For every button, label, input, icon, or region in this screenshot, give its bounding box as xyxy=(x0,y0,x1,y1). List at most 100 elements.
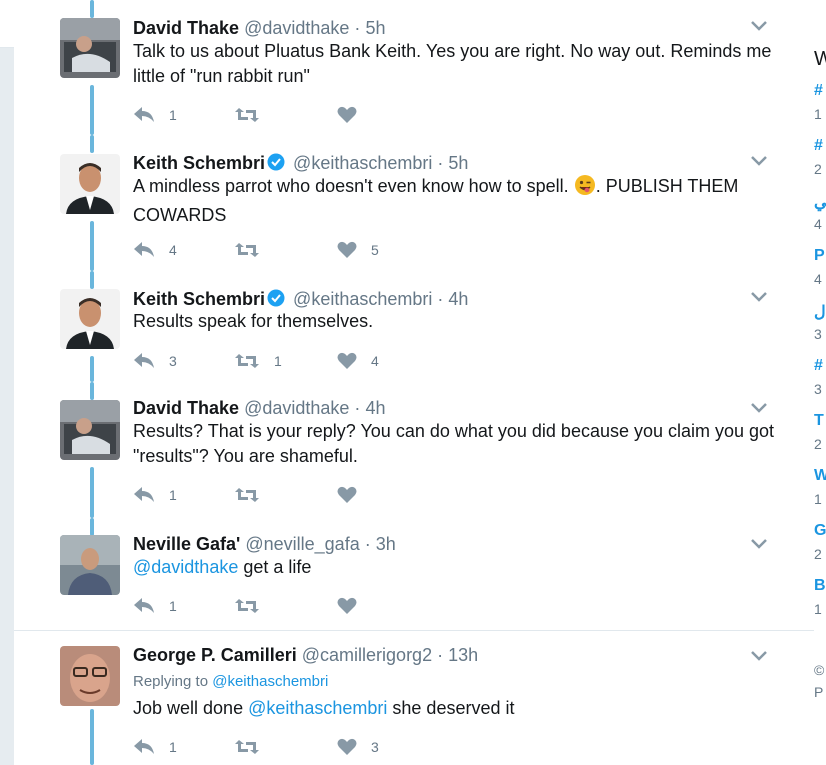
tweet-3[interactable]: Keith Schembri @keithaschembri · 4h Resu… xyxy=(14,271,814,382)
trend-item[interactable]: P xyxy=(814,247,825,265)
trend-count: 4 xyxy=(814,271,822,287)
avatar-george-camilleri[interactable] xyxy=(60,646,120,706)
tweet-5[interactable]: Neville Gafa' @neville_gafa · 3h @davidt… xyxy=(14,518,814,630)
author-handle[interactable]: @camillerigorg2 xyxy=(302,645,432,665)
trend-count: 1 xyxy=(814,106,822,122)
reply-button[interactable]: 1 xyxy=(133,736,177,758)
trend-count: 3 xyxy=(814,326,822,342)
trend-item[interactable]: G xyxy=(814,522,826,540)
trend-count: 1 xyxy=(814,491,822,507)
mention-link[interactable]: @davidthake xyxy=(133,557,238,577)
reply-icon xyxy=(134,487,154,502)
tweet-text-part: get a life xyxy=(238,557,312,577)
avatar-david-thake[interactable] xyxy=(60,18,120,78)
separator: · xyxy=(437,153,444,173)
trend-count: 2 xyxy=(814,546,822,562)
author-name[interactable]: Neville Gafa' xyxy=(133,534,240,554)
author-name[interactable]: George P. Camilleri xyxy=(133,645,297,665)
avatar-keith-schembri[interactable] xyxy=(60,289,120,349)
mention-link[interactable]: @keithaschembri xyxy=(248,698,387,718)
tweet-actions: 1 xyxy=(133,595,533,617)
reply-button[interactable]: 3 xyxy=(133,350,177,372)
more-options-chevron-down-icon[interactable] xyxy=(751,289,767,307)
trend-count: 3 xyxy=(814,381,822,397)
timestamp[interactable]: 5h xyxy=(365,18,385,38)
author-handle[interactable]: @davidthake xyxy=(244,18,349,38)
like-button[interactable]: 5 xyxy=(337,239,379,261)
tweet-text-part: A mindless parrot who doesn't even know … xyxy=(133,176,574,196)
tweet-2[interactable]: Keith Schembri @keithaschembri · 5h A mi… xyxy=(14,135,814,271)
retweet-button[interactable] xyxy=(234,484,274,506)
avatar-keith-schembri[interactable] xyxy=(60,154,120,214)
timestamp[interactable]: 4h xyxy=(448,289,468,309)
author-name[interactable]: Keith Schembri xyxy=(133,153,265,173)
separator: · xyxy=(437,289,444,309)
separator: · xyxy=(437,645,444,665)
avatar-david-thake[interactable] xyxy=(60,400,120,460)
trend-item[interactable]: B xyxy=(814,577,826,595)
like-button[interactable]: 4 xyxy=(337,350,379,372)
separator: · xyxy=(354,18,361,38)
retweet-button[interactable] xyxy=(234,104,274,126)
more-options-chevron-down-icon[interactable] xyxy=(751,648,767,666)
author-handle[interactable]: @neville_gafa xyxy=(245,534,359,554)
retweet-icon xyxy=(235,354,259,368)
timestamp[interactable]: 5h xyxy=(448,153,468,173)
retweet-button[interactable] xyxy=(234,239,274,261)
more-options-chevron-down-icon[interactable] xyxy=(751,18,767,36)
more-options-chevron-down-icon[interactable] xyxy=(751,153,767,171)
replying-to-mention-link[interactable]: @keithaschembri xyxy=(212,673,328,690)
timestamp[interactable]: 4h xyxy=(365,398,385,418)
trend-item[interactable]: # xyxy=(814,357,823,375)
trend-item[interactable]: ﻝ xyxy=(814,302,826,322)
trend-item[interactable]: # xyxy=(814,137,823,155)
reply-button[interactable]: 1 xyxy=(133,484,177,506)
like-button[interactable] xyxy=(337,104,371,126)
trend-count: 4 xyxy=(814,216,822,232)
reply-button[interactable]: 1 xyxy=(133,104,177,126)
like-button[interactable] xyxy=(337,484,371,506)
timestamp[interactable]: 13h xyxy=(448,645,478,665)
author-handle[interactable]: @keithaschembri xyxy=(293,153,432,173)
tweet-4[interactable]: David Thake @davidthake · 4h Results? Th… xyxy=(14,382,814,518)
retweet-button[interactable] xyxy=(234,595,274,617)
like-button[interactable]: 3 xyxy=(337,736,379,758)
reply-icon xyxy=(134,598,154,613)
trend-item[interactable]: ﻲ xyxy=(814,192,826,212)
tweet-6[interactable]: George P. Camilleri @camillerigorg2 · 13… xyxy=(14,631,814,765)
tweet-actions: 4 5 xyxy=(133,239,533,261)
tweet-text: Talk to us about Pluatus Bank Keith. Yes… xyxy=(133,41,772,86)
avatar-neville-gafa[interactable] xyxy=(60,535,120,595)
thread-line xyxy=(90,709,94,765)
trend-item[interactable]: T xyxy=(814,412,824,430)
trend-count: 2 xyxy=(814,161,822,177)
tweet-text-part: Job well done xyxy=(133,698,249,718)
author-name[interactable]: David Thake xyxy=(133,398,239,418)
thread-line xyxy=(90,467,94,518)
like-button[interactable] xyxy=(337,595,371,617)
tweet-text: Results? That is your reply? You can do … xyxy=(133,421,775,466)
author-name[interactable]: Keith Schembri xyxy=(133,289,265,309)
more-options-chevron-down-icon[interactable] xyxy=(751,536,767,554)
trend-item[interactable]: W xyxy=(814,467,826,485)
trend-count: 2 xyxy=(814,436,822,452)
reply-icon xyxy=(134,739,154,754)
reply-button[interactable]: 1 xyxy=(133,595,177,617)
author-handle[interactable]: @davidthake xyxy=(244,398,349,418)
reply-button[interactable]: 4 xyxy=(133,239,177,261)
like-count: 3 xyxy=(371,739,379,755)
heart-icon xyxy=(337,352,357,369)
thread-line xyxy=(90,135,94,153)
retweet-icon xyxy=(235,243,259,257)
reply-icon xyxy=(134,107,154,122)
tweet-1[interactable]: David Thake @davidthake · 5h Talk to us … xyxy=(14,0,814,135)
trend-item[interactable]: # xyxy=(814,82,823,100)
thread-line xyxy=(90,382,94,400)
tweet-text: A mindless parrot who doesn't even know … xyxy=(133,174,783,228)
retweet-button[interactable] xyxy=(234,736,274,758)
timestamp[interactable]: 3h xyxy=(376,534,396,554)
more-options-chevron-down-icon[interactable] xyxy=(751,400,767,418)
author-handle[interactable]: @keithaschembri xyxy=(293,289,432,309)
author-name[interactable]: David Thake xyxy=(133,18,239,38)
retweet-button[interactable]: 1 xyxy=(234,350,282,372)
